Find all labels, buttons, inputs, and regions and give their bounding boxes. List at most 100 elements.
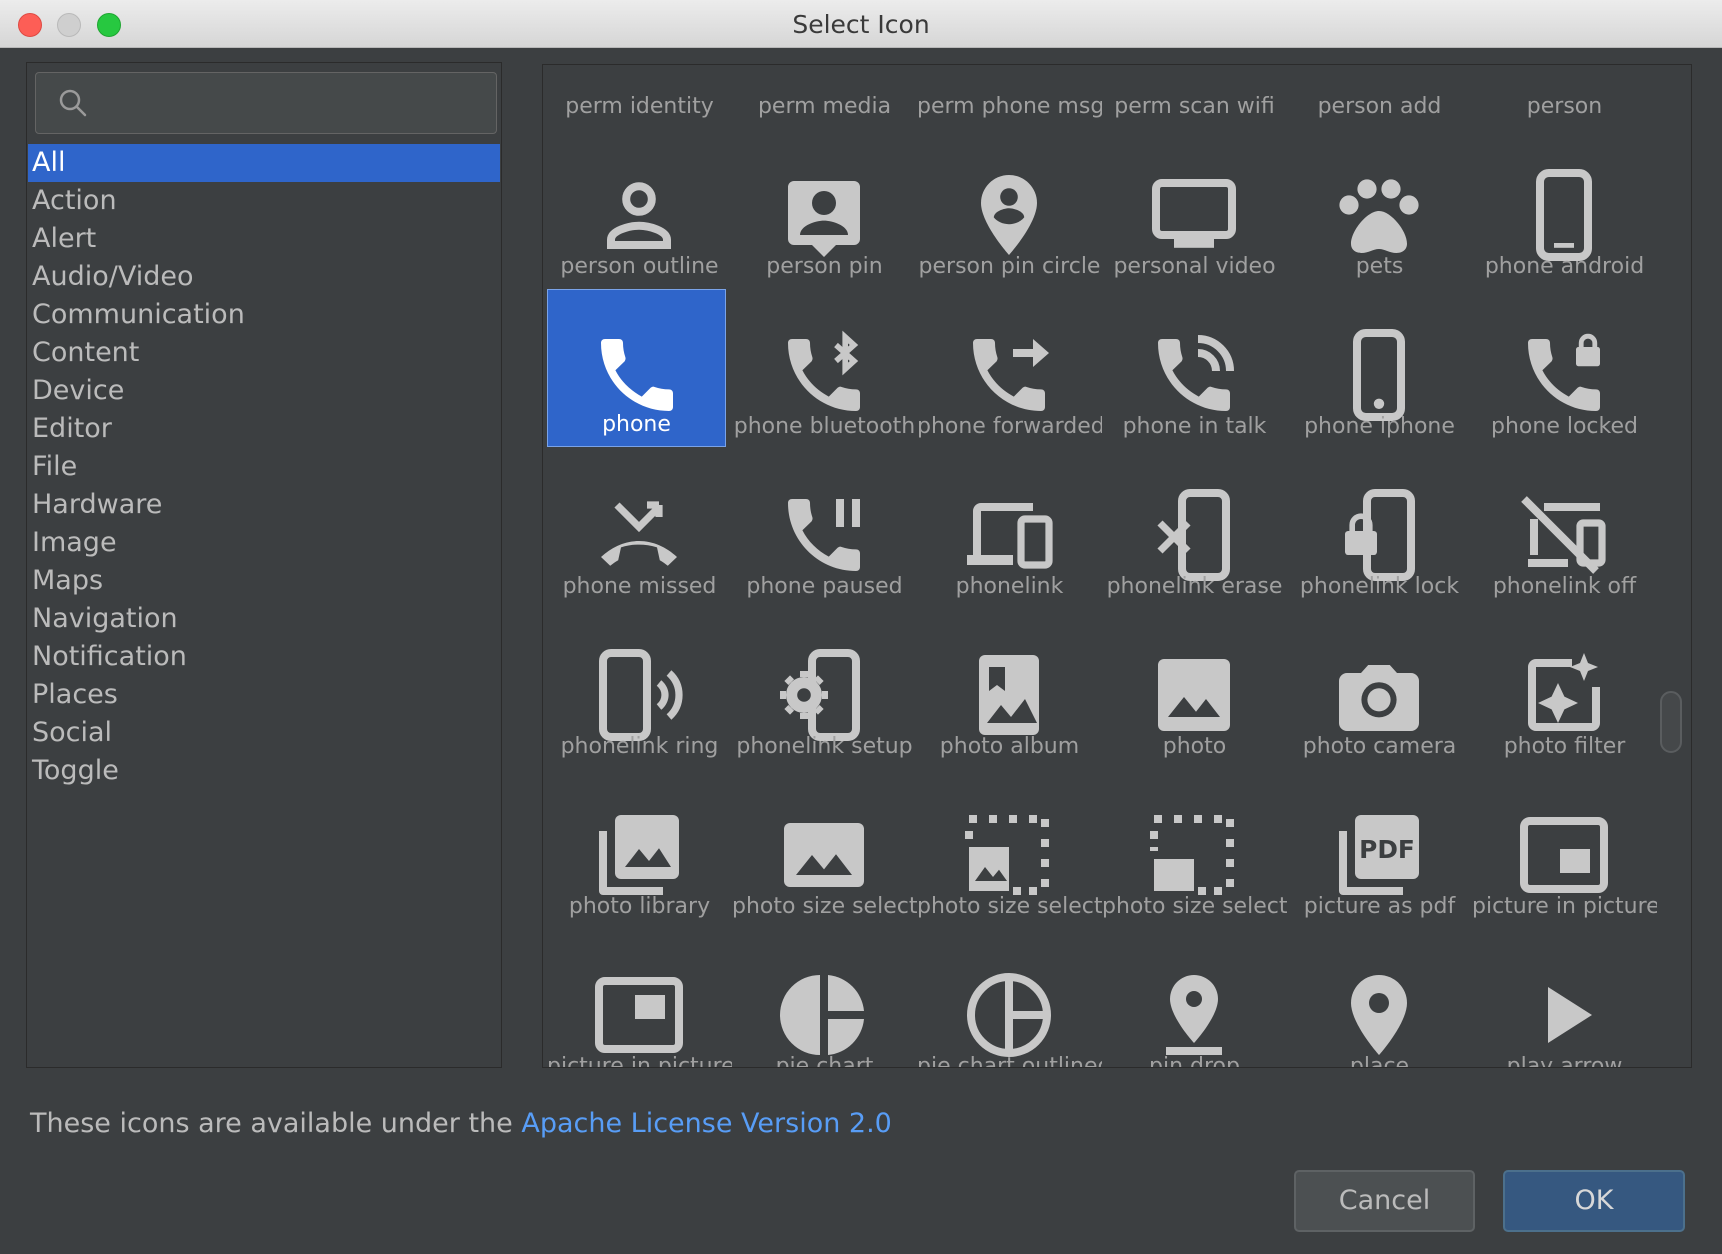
icon-cell-phone-in-talk[interactable]: phone in talk [1102, 289, 1287, 449]
category-item-communication[interactable]: Communication [28, 296, 500, 334]
icon-cell-pie-chart[interactable]: pie chart [732, 929, 917, 1068]
icon-cell-photo-size-select-small[interactable]: photo size select [1102, 769, 1287, 929]
icon-cell-perm-identity[interactable]: perm identity [547, 65, 732, 129]
icon-label: pin drop [1149, 1054, 1240, 1068]
ok-button[interactable]: OK [1503, 1170, 1685, 1232]
icon-cell-picture-as-pdf[interactable]: PDF picture as pdf [1287, 769, 1472, 929]
icon-label: photo [1162, 734, 1227, 759]
svg-text:PDF: PDF [1359, 835, 1415, 864]
scrollbar-thumb[interactable] [1660, 691, 1682, 753]
icon-label: picture as pdf [1303, 894, 1456, 919]
icon-cell-phone[interactable]: phone [547, 289, 726, 447]
icon-label: phonelink setup [736, 734, 913, 759]
icon-cell-photo-size-select-large[interactable]: photo size select [917, 769, 1102, 929]
icon-cell-person-pin-circle[interactable]: person pin circle [917, 129, 1102, 289]
category-panel: All Action Alert Audio/Video Communication Co… [26, 62, 502, 1068]
icon-cell-photo-size-select-actual[interactable]: photo size select [732, 769, 917, 929]
search-input[interactable] [106, 73, 490, 135]
icon-cell-phone-forwarded[interactable]: phone forwarded [917, 289, 1102, 449]
icon-grid-panel[interactable]: perm identity perm media perm phone msg per… [542, 64, 1692, 1068]
person-pin-icon [788, 181, 860, 257]
icon-cell-phone-iphone[interactable]: phone iphone [1287, 289, 1472, 449]
icon-cell-phone-paused[interactable]: phone paused [732, 449, 917, 609]
icon-cell-phonelink-off[interactable]: phonelink off [1472, 449, 1657, 609]
icon-label: perm media [757, 94, 892, 119]
category-item-action[interactable]: Action [28, 182, 500, 220]
icon-label: perm scan wifi [1114, 94, 1275, 119]
icon-label: pie chart [775, 1054, 874, 1068]
icon-label: phone iphone [1304, 414, 1455, 439]
category-item-content[interactable]: Content [28, 334, 500, 372]
icon-cell-phonelink-ring[interactable]: phonelink ring [547, 609, 732, 769]
category-item-navigation[interactable]: Navigation [28, 600, 500, 638]
icon-cell-personal-video[interactable]: personal video [1102, 129, 1287, 289]
icon-cell-photo-camera[interactable]: photo camera [1287, 609, 1472, 769]
picture-as-pdf-icon: PDF [1339, 815, 1419, 895]
category-item-image[interactable]: Image [28, 524, 500, 562]
icon-cell-person-pin[interactable]: person pin [732, 129, 917, 289]
category-item-notification[interactable]: Notification [28, 638, 500, 676]
icon-cell-phone-bluetooth[interactable]: phone bluetooth [732, 289, 917, 449]
icon-label: pie chart outlined [917, 1054, 1102, 1068]
place-icon [1351, 975, 1407, 1055]
photo-size-select-actual-icon [784, 823, 864, 887]
cancel-button[interactable]: Cancel [1294, 1170, 1475, 1232]
category-item-all[interactable]: All [28, 144, 500, 182]
icon-label: pets [1355, 254, 1404, 279]
icon-cell-photo-filter[interactable]: photo filter [1472, 609, 1657, 769]
icon-label: phonelink ring [560, 734, 719, 759]
icon-cell-photo-library[interactable]: photo library [547, 769, 732, 929]
phonelink-lock-icon [1345, 489, 1415, 581]
category-item-device[interactable]: Device [28, 372, 500, 410]
icon-label: photo album [939, 734, 1080, 759]
icon-cell-person[interactable]: person [1472, 65, 1657, 129]
icon-cell-play-arrow[interactable]: play arrow [1472, 929, 1657, 1067]
icon-cell-picture-in-picture-alt[interactable]: picture in picture [547, 929, 732, 1067]
category-item-places[interactable]: Places [28, 676, 500, 714]
icon-cell-phone-missed[interactable]: phone missed [547, 449, 732, 609]
license-notice: These icons are available under the Apac… [30, 1108, 892, 1139]
icon-cell-person-add[interactable]: person add [1287, 65, 1472, 129]
icon-cell-place[interactable]: place [1287, 929, 1472, 1067]
icon-cell-pie-chart-outlined[interactable]: pie chart outlined [917, 929, 1102, 1068]
icon-label: phonelink lock [1299, 574, 1460, 599]
person-outline-icon [607, 182, 671, 249]
icon-label: phonelink erase [1106, 574, 1283, 599]
icon-cell-person-outline[interactable]: person outline [547, 129, 732, 289]
icon-cell-phonelink[interactable]: phonelink [917, 449, 1102, 609]
icon-cell-perm-media[interactable]: perm media [732, 65, 917, 129]
category-item-hardware[interactable]: Hardware [28, 486, 500, 524]
picture-in-picture-icon [1520, 817, 1608, 893]
icon-cell-picture-in-picture[interactable]: picture in picture [1472, 769, 1657, 929]
category-item-audio-video[interactable]: Audio/Video [28, 258, 500, 296]
icon-cell-pin-drop[interactable]: pin drop [1102, 929, 1287, 1068]
icon-cell-pets[interactable]: pets [1287, 129, 1472, 289]
icon-label: photo size select [732, 894, 917, 919]
icon-label: photo library [568, 894, 711, 919]
search-box[interactable] [35, 72, 497, 135]
category-item-editor[interactable]: Editor [28, 410, 500, 448]
license-link[interactable]: Apache License Version 2.0 [521, 1108, 892, 1139]
icon-cell-phonelink-erase[interactable]: phonelink erase [1102, 449, 1287, 609]
icon-cell-perm-phone-msg[interactable]: perm phone msg [917, 65, 1102, 129]
category-item-file[interactable]: File [28, 448, 500, 486]
icon-label: perm phone msg [917, 94, 1102, 119]
category-item-toggle[interactable]: Toggle [28, 752, 500, 790]
icon-label: picture in picture [1472, 894, 1657, 919]
icon-label: person outline [560, 254, 719, 279]
play-arrow-icon [1548, 987, 1592, 1043]
icon-cell-photo[interactable]: photo [1102, 609, 1287, 769]
photo-library-icon [599, 815, 679, 895]
photo-filter-icon [1528, 653, 1600, 731]
category-item-social[interactable]: Social [28, 714, 500, 752]
icon-cell-phonelink-setup[interactable]: phonelink setup [732, 609, 917, 769]
pie-chart-outlined-icon [967, 973, 1051, 1057]
icon-label: person [1526, 94, 1603, 119]
icon-cell-photo-album[interactable]: photo album [917, 609, 1102, 769]
icon-cell-phonelink-lock[interactable]: phonelink lock [1287, 449, 1472, 609]
icon-cell-phone-android[interactable]: phone android [1472, 129, 1657, 289]
icon-cell-phone-locked[interactable]: phone locked [1472, 289, 1657, 449]
icon-cell-perm-scan-wifi[interactable]: perm scan wifi [1102, 65, 1287, 129]
category-item-alert[interactable]: Alert [28, 220, 500, 258]
category-item-maps[interactable]: Maps [28, 562, 500, 600]
